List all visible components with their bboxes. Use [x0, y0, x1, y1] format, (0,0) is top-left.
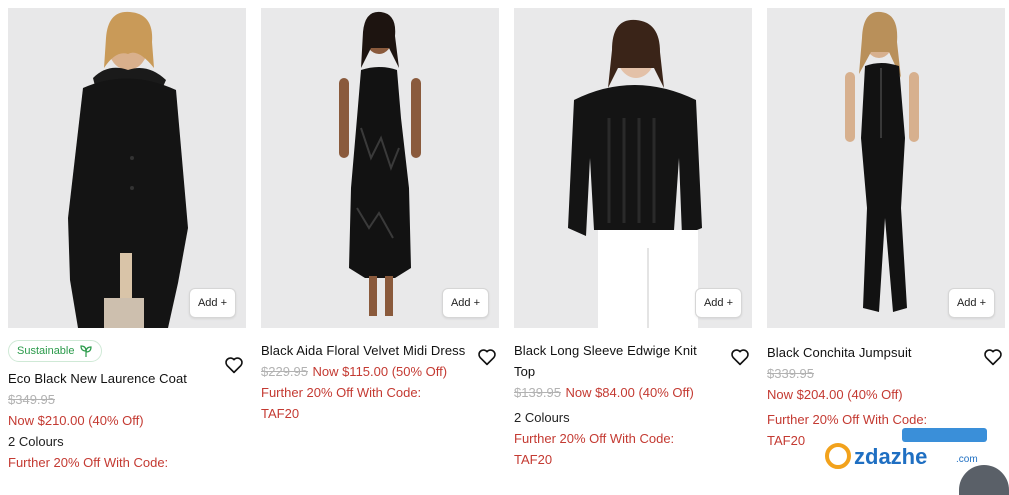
promo-text: Further 20% Off With Code:: [8, 455, 169, 470]
sale-price: Now $210.00 (40% Off): [8, 413, 144, 428]
product-title[interactable]: Black Aida Floral Velvet Midi Dress: [261, 340, 466, 361]
add-to-cart-button[interactable]: Add +: [441, 288, 489, 318]
product-title[interactable]: Black Long Sleeve Edwige Knit Top: [514, 340, 719, 382]
promo-code: TAF20: [514, 452, 553, 467]
ozdazhe-watermark-logo: zdazhe .com: [825, 428, 987, 469]
product-title[interactable]: Eco Black New Laurence Coat: [8, 368, 213, 389]
original-price: $139.95: [514, 385, 561, 400]
heart-icon[interactable]: [477, 348, 497, 366]
heart-icon[interactable]: [983, 348, 1003, 366]
product-image[interactable]: Add +: [261, 8, 499, 328]
product-grid: Add + Sustainable Eco Black New Laurence…: [0, 0, 1009, 481]
promo-text: Further 20% Off With Code:: [767, 412, 928, 427]
svg-text:.com: .com: [956, 454, 978, 465]
product-info: Black Aida Floral Velvet Midi Dress $229…: [261, 328, 499, 424]
sale-price: Now $115.00 (50% Off): [312, 364, 448, 379]
model-in-dress-image: [261, 8, 499, 328]
add-to-cart-button[interactable]: Add +: [694, 288, 742, 318]
sale-price: Now $84.00 (40% Off): [565, 385, 694, 400]
heart-icon[interactable]: [224, 356, 244, 374]
original-price: $229.95: [261, 364, 308, 379]
svg-text:zdazhe: zdazhe: [854, 444, 927, 469]
product-info: Sustainable Eco Black New Laurence Coat …: [8, 328, 246, 473]
product-image[interactable]: Add +: [8, 8, 246, 328]
sale-price: Now $204.00 (40% Off): [767, 387, 903, 402]
product-image[interactable]: Add +: [767, 8, 1005, 328]
colour-count[interactable]: 2 Colours: [8, 431, 246, 452]
product-card[interactable]: Add + Black Long Sleeve Edwige Knit Top …: [514, 8, 752, 470]
promo-code: TAF20: [261, 406, 300, 421]
model-in-knit-top-image: [514, 8, 752, 328]
add-to-cart-button[interactable]: Add +: [188, 288, 236, 318]
product-card[interactable]: Add + Black Conchita Jumpsuit $339.95 No…: [767, 8, 1005, 451]
leaf-icon: [79, 345, 92, 357]
model-in-jumpsuit-image: [767, 8, 1005, 328]
model-in-coat-image: [8, 8, 246, 328]
heart-icon[interactable]: [730, 348, 750, 366]
product-card[interactable]: Add + Black Aida Floral Velvet Midi Dres…: [261, 8, 499, 424]
add-to-cart-button[interactable]: Add +: [947, 288, 995, 318]
product-card[interactable]: Add + Sustainable Eco Black New Laurence…: [8, 8, 246, 473]
colour-count[interactable]: 2 Colours: [514, 407, 752, 428]
original-price: $339.95: [767, 366, 814, 381]
sustainable-badge: Sustainable: [8, 340, 102, 362]
product-info: Black Long Sleeve Edwige Knit Top $139.9…: [514, 328, 752, 470]
badge-label: Sustainable: [17, 345, 75, 357]
product-image[interactable]: Add +: [514, 8, 752, 328]
promo-text: Further 20% Off With Code:: [514, 431, 675, 446]
product-title[interactable]: Black Conchita Jumpsuit: [767, 342, 972, 363]
original-price: $349.95: [8, 392, 55, 407]
promo-text: Further 20% Off With Code:: [261, 385, 422, 400]
